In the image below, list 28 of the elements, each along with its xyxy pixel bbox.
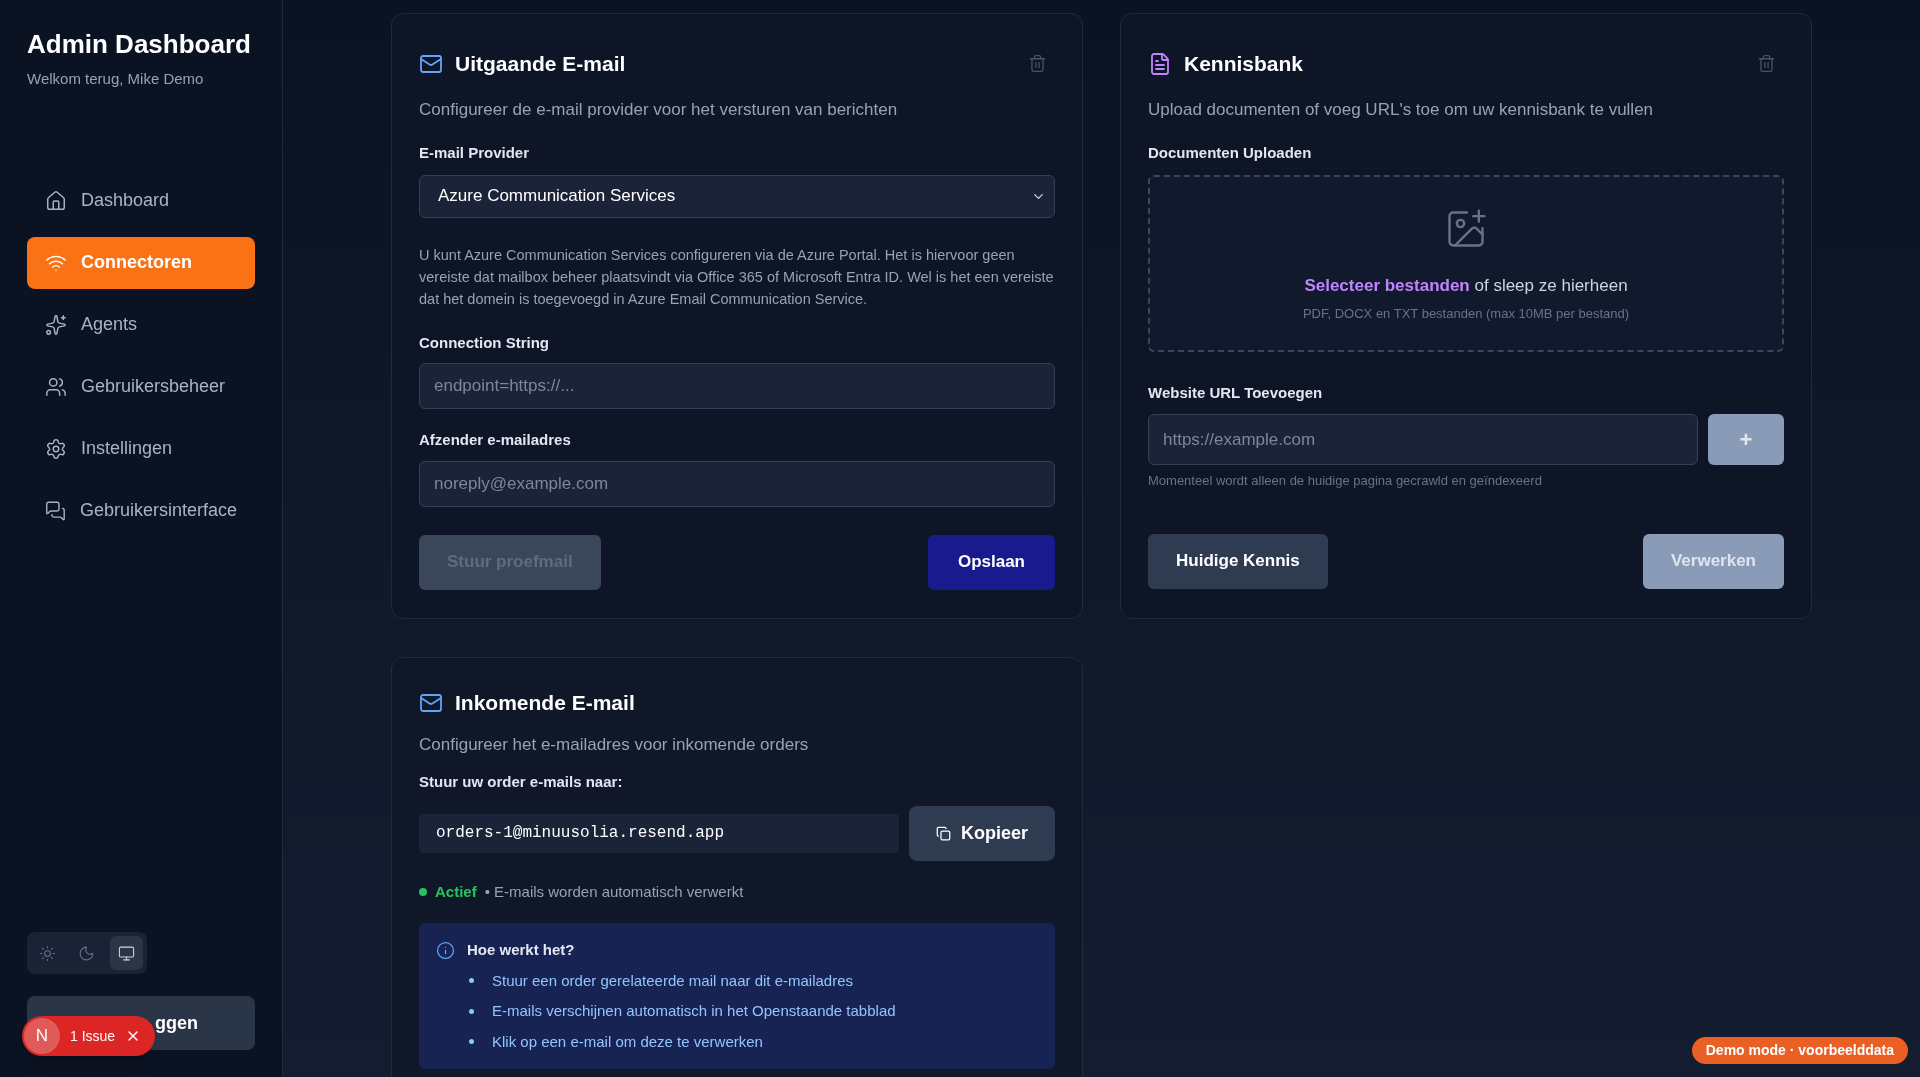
card-title: Uitgaande E-mail <box>455 51 626 77</box>
field-label: Stuur uw order e-mails naar: <box>419 772 624 792</box>
info-item: Stuur een order gerelateerde mail naar dit e-mailadres <box>492 970 854 991</box>
card-description: Configureer de e-mail provider voor het versturen van berichten <box>419 98 899 121</box>
field-label: Connection String <box>419 332 550 353</box>
demo-mode-badge: Demo mode · voorbeelddata <box>1691 1037 1908 1064</box>
url-hint: Momenteel wordt alleen de huidige pagina gecrawld en geïndexeerd <box>1148 472 1543 490</box>
info-item: Klik op een e-mail om deze te verwerken <box>492 1031 763 1052</box>
welcome-text: Welkom terug, Mike Demo <box>27 69 205 89</box>
card-description: Upload documenten of voeg URL's toe om uw kennisbank te vullen <box>1148 98 1655 121</box>
field-label: Website URL Toevoegen <box>1148 382 1324 403</box>
file-types-hint: PDF, DOCX en TXT bestanden (max 10MB per bestand) <box>1302 305 1630 323</box>
status-text: • E-mails worden automatisch verwerkt <box>484 881 744 902</box>
field-label: Afzender e-mailadres <box>419 430 572 450</box>
app-title: Admin Dashboard <box>27 28 252 60</box>
issue-count: 1 Issue <box>70 1026 116 1046</box>
card-description: Configureer het e-mailadres voor inkomende orders <box>419 733 810 756</box>
card-title: Inkomende E-mail <box>455 690 635 716</box>
dropzone-text: Selecteer bestanden of sleep ze hierheen <box>1304 274 1628 297</box>
status-label: Actief <box>435 881 477 902</box>
info-item: E-mails verschijnen automatisch in het Openstaande tabblad <box>492 1001 896 1021</box>
email-address-field: orders-1@minuusolia.resend.app <box>419 813 899 853</box>
field-label: E-mail Provider <box>419 143 531 163</box>
help-text: U kunt Azure Communication Services configureren via de Azure Portal. Het is hiervoor geen vereiste dat mailbox beheer plaatsvindt via Office 365 of Microsoft Entra ID. Wel is het een vereiste dat het domein is toegevoegd in Azure Email Communication Service. <box>419 245 1055 309</box>
card-title: Kennisbank <box>1184 51 1304 77</box>
issue-avatar: N <box>24 1018 60 1054</box>
field-label: Documenten Uploaden <box>1148 143 1313 163</box>
info-title: Hoe werkt het? <box>467 940 576 960</box>
